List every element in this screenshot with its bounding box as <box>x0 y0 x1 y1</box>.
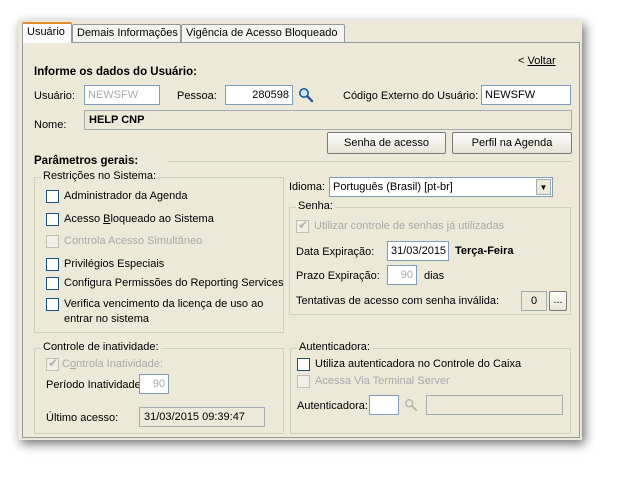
codigo-externo-field[interactable]: NEWSFW <box>481 85 571 105</box>
acesso-bloqueado-checkbox[interactable] <box>46 213 59 226</box>
voltar-label: Voltar <box>527 55 556 67</box>
tentativas-field: 0 <box>521 291 547 311</box>
ultimo-acesso-field: 31/03/2015 09:39:47 <box>139 407 265 427</box>
senha-title: Senha: <box>296 200 335 212</box>
search-icon[interactable] <box>298 87 314 103</box>
verifica-vencimento-licenca-label[interactable]: Verifica vencimento da licença de uso ao <box>64 298 263 310</box>
acesso-bloqueado-label[interactable]: Acesso Bloqueado ao Sistema <box>64 213 214 225</box>
data-expiracao-label: Data Expiração: <box>296 246 375 258</box>
checkmark-icon: ✔ <box>298 218 309 232</box>
parametros-gerais-title: Parâmetros gerais: <box>34 155 139 167</box>
privilegios-especiais-checkbox[interactable] <box>46 258 59 271</box>
usuario-field[interactable]: NEWSFW <box>84 85 160 105</box>
acessa-terminal-server-checkbox[interactable] <box>297 375 310 388</box>
prazo-unit-label: dias <box>424 270 445 282</box>
restricoes-title: Restrições no Sistema: <box>41 170 159 182</box>
configura-permissoes-reporting-label[interactable]: Configura Permissões do Reporting Servic… <box>64 277 284 289</box>
chevron-down-icon[interactable]: ▼ <box>536 179 551 195</box>
perfil-agenda-button[interactable]: Perfil na Agenda <box>452 132 572 154</box>
tab-label: Usuário <box>27 26 65 38</box>
voltar-link[interactable]: < Voltar <box>518 55 556 67</box>
idioma-select[interactable]: Português (Brasil) [pt-br] ▼ <box>329 177 553 197</box>
section-title-dados-usuario: Informe os dados do Usuário: <box>34 66 197 78</box>
utiliza-autenticadora-checkbox[interactable] <box>297 358 310 371</box>
tab-usuario[interactable]: Usuário <box>22 22 72 43</box>
tab-label: Vigência de Acesso Bloqueado <box>186 27 338 39</box>
tab-demais-informacoes[interactable]: Demais Informações <box>72 24 181 42</box>
nome-field: HELP CNP <box>84 110 572 130</box>
tentativas-ellipsis-button[interactable]: ... <box>549 291 567 311</box>
autenticadora-code-field[interactable] <box>369 395 399 415</box>
inatividade-title: Controle de inatividade: <box>41 341 161 353</box>
autenticadora-label: Autenticadora: <box>297 400 368 412</box>
periodo-inatividade-label: Período Inatividade: <box>46 379 144 391</box>
prazo-expiracao-label: Prazo Expiração: <box>296 270 380 282</box>
idioma-label: Idioma: <box>289 181 326 193</box>
privilegios-especiais-label[interactable]: Privilégios Especiais <box>64 258 164 270</box>
autenticadora-name-field <box>426 395 563 415</box>
ultimo-acesso-label: Último acesso: <box>46 412 119 424</box>
prazo-expiracao-field[interactable]: 90 <box>387 265 417 285</box>
autenticadora-title: Autenticadora: <box>297 341 372 353</box>
verifica-vencimento-licenca-label-line2: entrar no sistema <box>64 313 149 325</box>
search-icon-disabled <box>404 398 418 412</box>
configura-permissoes-reporting-checkbox[interactable] <box>46 277 59 290</box>
tab-vigencia-acesso-bloqueado[interactable]: Vigência de Acesso Bloqueado <box>181 24 345 42</box>
tab-label: Demais Informações <box>77 27 178 39</box>
nome-label: Nome: <box>34 119 67 131</box>
idioma-value: Português (Brasil) [pt-br] <box>333 181 453 193</box>
pessoa-field[interactable]: 280598 <box>225 85 293 105</box>
pessoa-label: Pessoa: <box>177 90 217 102</box>
periodo-inatividade-field[interactable]: 90 <box>139 374 169 394</box>
verifica-vencimento-licenca-checkbox[interactable] <box>46 298 59 311</box>
utiliza-autenticadora-label[interactable]: Utiliza autenticadora no Controle do Cai… <box>315 358 521 370</box>
administrador-agenda-label[interactable]: Administrador da Agenda <box>64 190 188 202</box>
acessa-terminal-server-label: Acessa Via Terminal Server <box>315 375 450 387</box>
administrador-agenda-checkbox[interactable] <box>46 190 59 203</box>
dia-semana-text: Terça-Feira <box>455 245 514 257</box>
controla-inatividade-checkbox[interactable]: ✔ <box>46 356 59 371</box>
controla-inatividade-label: Controla Inatividade: <box>62 358 163 370</box>
codigo-externo-label: Código Externo do Usuário: <box>343 90 479 102</box>
senha-acesso-button[interactable]: Senha de acesso <box>327 132 446 154</box>
controla-acesso-simultaneo-checkbox[interactable] <box>46 235 59 248</box>
utilizar-controle-senhas-checkbox[interactable]: ✔ <box>296 218 309 233</box>
usuario-label: Usuário: <box>34 90 75 102</box>
utilizar-controle-senhas-label: Utilizar controle de senhas já utilizada… <box>314 220 505 232</box>
tentativas-label: Tentativas de acesso com senha inválida: <box>296 295 500 307</box>
data-expiracao-field[interactable]: 31/03/2015 <box>387 241 449 261</box>
divider <box>168 161 572 162</box>
checkmark-icon: ✔ <box>48 356 59 370</box>
controla-acesso-simultaneo-label: Controla Acesso Simultâneo <box>64 235 203 247</box>
